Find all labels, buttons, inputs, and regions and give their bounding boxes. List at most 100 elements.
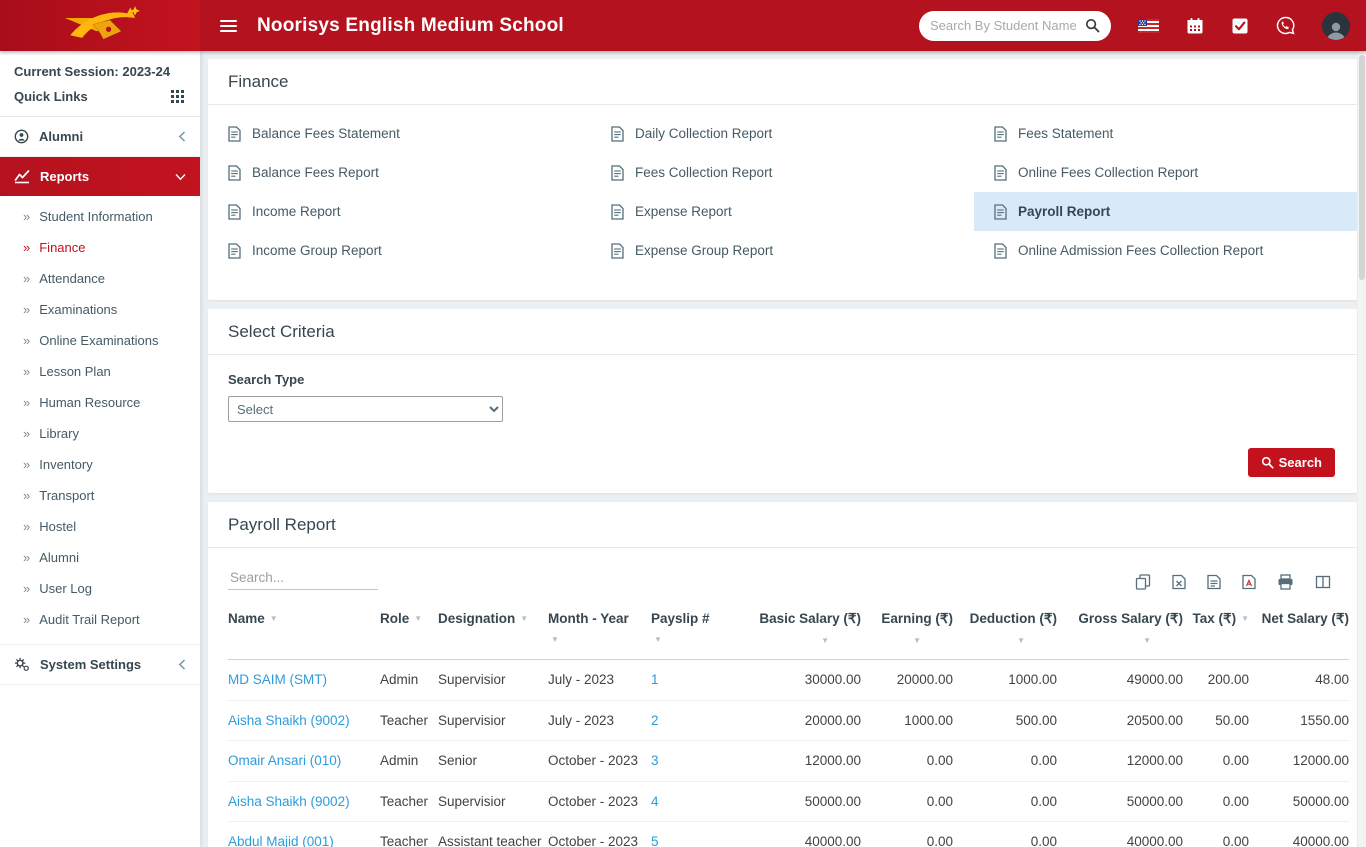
finance-report-link[interactable]: Payroll Report <box>974 192 1357 231</box>
month-year-cell: July - 2023 <box>548 700 651 741</box>
csv-export-icon[interactable] <box>1207 574 1221 590</box>
sidebar-report-item[interactable]: » Library <box>0 418 200 449</box>
payslip-link[interactable]: 3 <box>651 753 659 768</box>
deduction-cell: 0.00 <box>953 741 1057 782</box>
student-search-input[interactable] <box>930 18 1085 33</box>
payroll-table-body: MD SAIM (SMT) Admin Supervisior July - 2… <box>228 660 1349 847</box>
col-header-payslip[interactable]: Payslip #▼ <box>651 602 739 660</box>
col-header-gross-salary[interactable]: Gross Salary (₹)▼ <box>1057 602 1183 660</box>
document-icon <box>228 243 241 259</box>
finance-report-link[interactable]: Balance Fees Report <box>208 153 591 192</box>
payslip-link[interactable]: 5 <box>651 834 659 847</box>
sidebar-toggle-icon[interactable] <box>216 16 241 36</box>
grid-icon[interactable] <box>171 90 184 103</box>
sidebar-report-item-label: Finance <box>39 240 85 255</box>
sidebar-report-item[interactable]: » User Log <box>0 573 200 604</box>
finance-report-link[interactable]: Fees Statement <box>974 114 1357 153</box>
main-content: Finance Balance Fees Statement Balance F… <box>200 51 1366 847</box>
table-search-input[interactable] <box>228 566 378 590</box>
col-header-designation[interactable]: Designation▼ <box>438 602 548 660</box>
print-icon[interactable] <box>1277 574 1294 590</box>
tasks-icon[interactable] <box>1231 17 1249 35</box>
col-header-tax[interactable]: Tax (₹)▼ <box>1183 602 1249 660</box>
user-avatar[interactable] <box>1322 12 1350 40</box>
finance-report-link[interactable]: Fees Collection Report <box>591 153 974 192</box>
finance-report-link[interactable]: Balance Fees Statement <box>208 114 591 153</box>
export-toolbar <box>1135 574 1337 590</box>
employee-name-link[interactable]: Omair Ansari (010) <box>228 753 341 768</box>
employee-name-link[interactable]: Aisha Shaikh (9002) <box>228 713 350 728</box>
excel-export-icon[interactable] <box>1172 574 1186 590</box>
double-chevron-icon: » <box>23 612 30 627</box>
copy-icon[interactable] <box>1135 574 1151 590</box>
tax-cell: 0.00 <box>1183 741 1249 782</box>
finance-report-link-label: Income Group Report <box>252 243 382 258</box>
sidebar-report-item-label: Human Resource <box>39 395 140 410</box>
sidebar-report-item-label: Transport <box>39 488 94 503</box>
sidebar-item-alumni[interactable]: Alumni <box>0 117 200 157</box>
scrollbar-thumb[interactable] <box>1359 55 1365 280</box>
finance-report-link[interactable]: Income Report <box>208 192 591 231</box>
deduction-cell: 500.00 <box>953 700 1057 741</box>
net-salary-cell: 40000.00 <box>1249 822 1349 847</box>
search-type-select[interactable]: Select <box>228 396 503 422</box>
sidebar-report-item[interactable]: » Hostel <box>0 511 200 542</box>
finance-report-link[interactable]: Daily Collection Report <box>591 114 974 153</box>
pdf-export-icon[interactable] <box>1242 574 1256 590</box>
earning-cell: 0.00 <box>861 822 953 847</box>
finance-report-link[interactable]: Expense Report <box>591 192 974 231</box>
column-visibility-icon[interactable] <box>1315 574 1331 590</box>
finance-report-link[interactable]: Online Fees Collection Report <box>974 153 1357 192</box>
us-flag-icon[interactable] <box>1138 19 1159 33</box>
reports-chart-icon <box>14 170 30 184</box>
employee-name-link[interactable]: MD SAIM (SMT) <box>228 672 327 687</box>
col-header-name[interactable]: Name▼ <box>228 602 380 660</box>
sidebar-report-item[interactable]: » Examinations <box>0 294 200 325</box>
document-icon <box>994 126 1007 142</box>
earning-cell: 1000.00 <box>861 700 953 741</box>
payroll-table: Name▼ Role▼ Designation▼ Month - Year▼ P… <box>228 602 1349 847</box>
finance-report-link[interactable]: Expense Group Report <box>591 231 974 270</box>
sort-icon: ▼ <box>414 614 422 623</box>
calendar-icon[interactable] <box>1186 17 1204 35</box>
col-header-month-year[interactable]: Month - Year▼ <box>548 602 651 660</box>
employee-name-link[interactable]: Aisha Shaikh (9002) <box>228 794 350 809</box>
search-icon <box>1261 456 1274 469</box>
sidebar-report-item[interactable]: » Student Information <box>0 201 200 232</box>
whatsapp-icon[interactable] <box>1276 16 1295 35</box>
payslip-link[interactable]: 4 <box>651 794 659 809</box>
finance-report-link-label: Online Admission Fees Collection Report <box>1018 243 1263 258</box>
sort-icon: ▼ <box>270 614 278 623</box>
sidebar-report-item[interactable]: » Audit Trail Report <box>0 604 200 635</box>
col-header-deduction[interactable]: Deduction (₹)▼ <box>953 602 1057 660</box>
school-logo[interactable] <box>0 0 200 51</box>
sidebar-report-item[interactable]: » Finance <box>0 232 200 263</box>
sidebar-report-item[interactable]: » Online Examinations <box>0 325 200 356</box>
page-scrollbar[interactable] <box>1358 51 1366 847</box>
table-row: MD SAIM (SMT) Admin Supervisior July - 2… <box>228 660 1349 701</box>
sidebar-report-item[interactable]: » Alumni <box>0 542 200 573</box>
sidebar-report-item[interactable]: » Transport <box>0 480 200 511</box>
finance-report-link-label: Balance Fees Statement <box>252 126 400 141</box>
document-icon <box>228 204 241 220</box>
col-header-net-salary[interactable]: Net Salary (₹) <box>1249 602 1349 660</box>
payslip-link[interactable]: 1 <box>651 672 659 687</box>
sidebar-report-item[interactable]: » Human Resource <box>0 387 200 418</box>
col-header-earning[interactable]: Earning (₹)▼ <box>861 602 953 660</box>
payslip-link[interactable]: 2 <box>651 713 659 728</box>
double-chevron-icon: » <box>23 457 30 472</box>
col-header-basic-salary[interactable]: Basic Salary (₹)▼ <box>739 602 861 660</box>
sidebar-item-system-settings[interactable]: System Settings <box>0 645 200 685</box>
student-search-box[interactable] <box>919 11 1111 41</box>
col-header-role[interactable]: Role▼ <box>380 602 438 660</box>
sidebar-report-item[interactable]: » Inventory <box>0 449 200 480</box>
sidebar-report-item[interactable]: » Attendance <box>0 263 200 294</box>
sidebar-item-reports[interactable]: Reports <box>0 157 200 196</box>
employee-name-link[interactable]: Abdul Majid (001) <box>228 834 334 847</box>
finance-report-link[interactable]: Income Group Report <box>208 231 591 270</box>
finance-report-link[interactable]: Online Admission Fees Collection Report <box>974 231 1357 270</box>
sidebar-report-item[interactable]: » Lesson Plan <box>0 356 200 387</box>
search-button[interactable]: Search <box>1248 448 1335 477</box>
gross-salary-cell: 40000.00 <box>1057 822 1183 847</box>
search-icon[interactable] <box>1085 18 1100 33</box>
